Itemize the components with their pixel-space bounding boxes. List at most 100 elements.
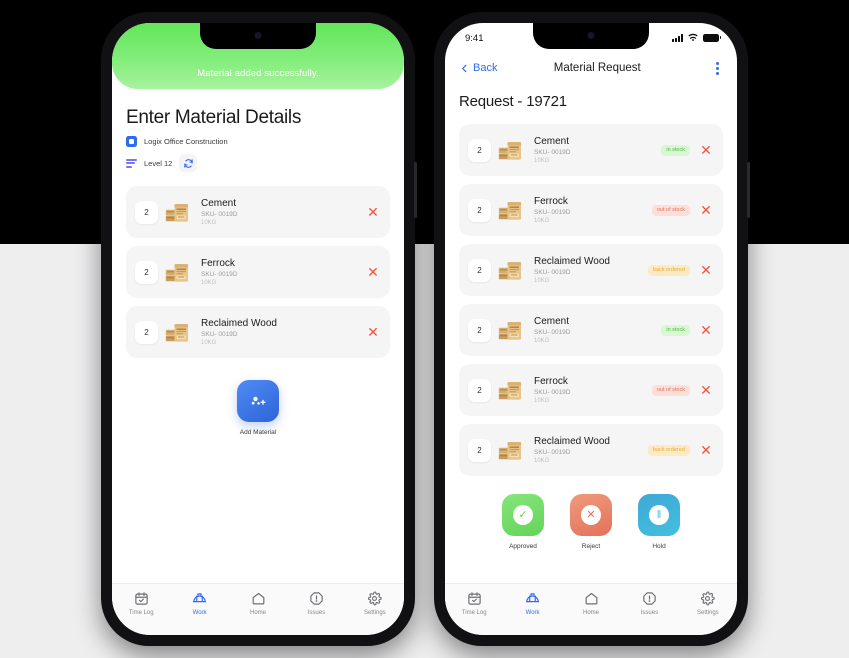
- hold-label: Hold: [652, 543, 666, 550]
- hard-hat-icon: [525, 591, 540, 606]
- tab-label: Issues: [640, 610, 659, 616]
- add-material-wrap: Add Material: [126, 380, 390, 436]
- material-stack-icon: [498, 198, 525, 223]
- close-icon[interactable]: ✕: [365, 324, 381, 340]
- tab-label: Issues: [307, 610, 326, 616]
- close-icon[interactable]: ✕: [365, 264, 381, 280]
- x-circle-icon: ✕: [581, 505, 601, 525]
- battery-icon: [703, 34, 722, 42]
- add-material-label: Add Material: [239, 429, 277, 436]
- tab-home[interactable]: Home: [562, 591, 620, 616]
- tab-issues[interactable]: Issues: [287, 591, 345, 616]
- material-name: Ferrock: [534, 195, 568, 207]
- tab-time-log[interactable]: Time Log: [112, 591, 170, 616]
- material-stack-icon: [498, 378, 525, 403]
- tab-time-log[interactable]: Time Log: [445, 591, 503, 616]
- status-bar: 9:41: [445, 23, 737, 53]
- notch: [200, 23, 316, 49]
- calendar-check-icon: [467, 591, 482, 606]
- bottom-tab-bar: Time Log Work Home Issues Settings: [112, 583, 404, 635]
- material-card[interactable]: 2 Ferrock SKU- 0019D 10KG out of stock ✕: [459, 184, 723, 236]
- add-material-button[interactable]: [237, 380, 279, 422]
- tab-settings[interactable]: Settings: [679, 591, 737, 616]
- material-stack-icon: [165, 260, 192, 285]
- quantity-stepper[interactable]: 2: [468, 438, 491, 462]
- quantity-stepper[interactable]: 2: [135, 200, 158, 224]
- material-card[interactable]: 2 Cement SKU- 0019D 10KG ✕: [126, 186, 390, 238]
- nav-bar: Back Material Request: [445, 53, 737, 83]
- quantity-stepper[interactable]: 2: [468, 378, 491, 402]
- material-info: Reclaimed Wood SKU- 0019D 10KG: [534, 436, 648, 465]
- project-name: Logix Office Construction: [144, 137, 228, 146]
- material-weight: 10KG: [534, 338, 550, 345]
- close-icon[interactable]: ✕: [698, 322, 714, 338]
- reject-action[interactable]: ✕ Reject: [570, 494, 612, 550]
- material-stack-icon: [498, 141, 522, 160]
- material-stack-icon: [498, 201, 522, 220]
- check-circle-icon: ✓: [513, 505, 533, 525]
- quantity-stepper[interactable]: 2: [468, 198, 491, 222]
- material-name: Cement: [201, 197, 237, 209]
- tab-work[interactable]: Work: [170, 591, 228, 616]
- material-sku: SKU- 0019D: [534, 149, 571, 157]
- material-card[interactable]: 2 Reclaimed Wood SKU- 0019D 10KG ✕: [126, 306, 390, 358]
- kebab-menu-icon[interactable]: [711, 61, 723, 75]
- material-stack-icon: [165, 320, 192, 345]
- material-weight: 10KG: [534, 458, 550, 465]
- tab-issues[interactable]: Issues: [620, 591, 678, 616]
- status-icons: [672, 33, 722, 43]
- material-card[interactable]: 2 Reclaimed Wood SKU- 0019D 10KG back ordere…: [459, 424, 723, 476]
- alert-octagon-icon: [309, 591, 324, 606]
- material-list: 2 Cement SKU- 0019D 10KG ✕ 2 Ferrock SKU- 0019D…: [126, 186, 390, 358]
- reject-label: Reject: [581, 543, 601, 550]
- material-sku: SKU- 0019D: [534, 389, 571, 397]
- tab-label: Time Log: [461, 610, 487, 616]
- material-card[interactable]: 2 Cement SKU- 0019D 10KG in stock ✕: [459, 124, 723, 176]
- close-icon[interactable]: ✕: [698, 262, 714, 278]
- request-title: Request - 19721: [459, 93, 567, 110]
- status-time: 9:41: [465, 32, 484, 44]
- tab-settings[interactable]: Settings: [346, 591, 404, 616]
- material-stack-icon: [165, 203, 189, 222]
- material-card[interactable]: 2 Ferrock SKU- 0019D 10KG ✕: [126, 246, 390, 298]
- tab-home[interactable]: Home: [229, 591, 287, 616]
- quantity-stepper[interactable]: 2: [468, 258, 491, 282]
- quantity-stepper[interactable]: 2: [135, 260, 158, 284]
- close-icon[interactable]: ✕: [698, 442, 714, 458]
- approved-button[interactable]: ✓: [502, 494, 544, 536]
- phone-right: 9:41 Back Material Request Request - 197…: [434, 12, 750, 646]
- alert-octagon-icon: [642, 591, 657, 606]
- action-button-row: ✓ Approved ✕ Reject ‖ Hold: [459, 494, 723, 550]
- close-icon[interactable]: ✕: [698, 202, 714, 218]
- material-stack-icon: [165, 323, 189, 342]
- material-card[interactable]: 2 Reclaimed Wood SKU- 0019D 10KG back ordere…: [459, 244, 723, 296]
- tab-work[interactable]: Work: [503, 591, 561, 616]
- material-card[interactable]: 2 Ferrock SKU- 0019D 10KG out of stock ✕: [459, 364, 723, 416]
- material-stack-icon: [498, 381, 522, 400]
- material-card[interactable]: 2 Cement SKU- 0019D 10KG in stock ✕: [459, 304, 723, 356]
- quantity-stepper[interactable]: 2: [468, 138, 491, 162]
- material-info: Cement SKU- 0019D 10KG: [534, 316, 661, 345]
- quantity-stepper[interactable]: 2: [468, 318, 491, 342]
- reject-button[interactable]: ✕: [570, 494, 612, 536]
- tab-label: Home: [250, 610, 267, 616]
- material-weight: 10KG: [201, 280, 217, 287]
- material-name: Reclaimed Wood: [534, 255, 610, 267]
- status-badge: in stock: [661, 324, 690, 336]
- material-name: Reclaimed Wood: [534, 435, 610, 447]
- page-title: Enter Material Details: [126, 107, 302, 128]
- close-icon[interactable]: ✕: [698, 382, 714, 398]
- close-icon[interactable]: ✕: [365, 204, 381, 220]
- tab-label: Settings: [363, 610, 386, 616]
- hold-button[interactable]: ‖: [638, 494, 680, 536]
- approved-action[interactable]: ✓ Approved: [502, 494, 544, 550]
- material-weight: 10KG: [534, 278, 550, 285]
- close-icon[interactable]: ✕: [698, 142, 714, 158]
- material-info: Cement SKU- 0019D 10KG: [534, 136, 661, 165]
- hold-action[interactable]: ‖ Hold: [638, 494, 680, 550]
- quantity-stepper[interactable]: 2: [135, 320, 158, 344]
- sync-icon[interactable]: [179, 154, 198, 172]
- status-badge: back ordered: [647, 444, 690, 456]
- material-name: Reclaimed Wood: [201, 317, 277, 329]
- material-weight: 10KG: [201, 340, 217, 347]
